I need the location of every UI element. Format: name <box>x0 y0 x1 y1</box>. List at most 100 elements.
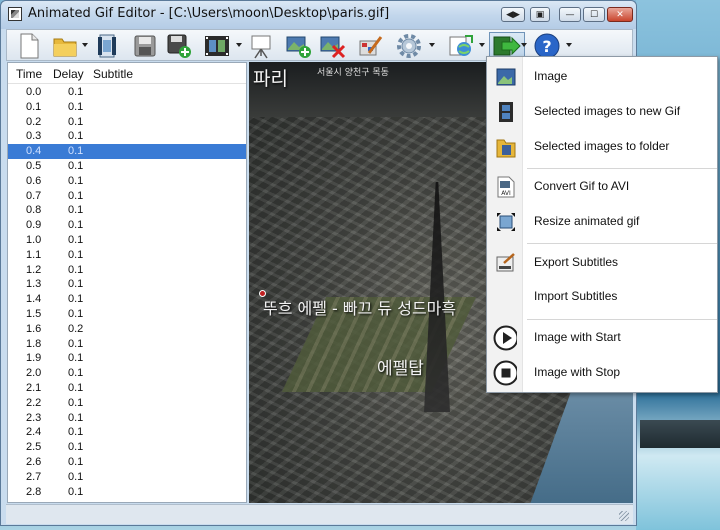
menu-item-label: Selected images to new Gif <box>534 104 681 118</box>
title-bar[interactable]: Animated Gif Editor - [C:\Users\moon\Des… <box>1 1 636 29</box>
cell-time: 0.9 <box>26 219 42 232</box>
open-folder-button[interactable] <box>51 32 79 60</box>
cell-time: 2.4 <box>26 426 42 439</box>
menu-item-export-subtitles[interactable]: Export Subtitles <box>487 245 717 279</box>
cell-delay: 0.1 <box>68 263 84 276</box>
table-row[interactable]: 0.7 0.1 <box>8 189 246 204</box>
desktop-pier <box>640 420 720 448</box>
table-row[interactable]: 2.8 0.1 <box>8 485 246 500</box>
save-as-button[interactable] <box>165 32 193 60</box>
menu-item-selected-to-gif[interactable]: Selected images to new Gif <box>487 94 717 128</box>
close-button[interactable]: ✕ <box>607 7 633 22</box>
cell-delay: 0.1 <box>68 426 84 439</box>
app-icon <box>8 7 22 21</box>
minimize-button[interactable]: — <box>559 7 581 22</box>
table-row[interactable]: 2.7 0.1 <box>8 470 246 485</box>
table-row[interactable]: 1.0 0.1 <box>8 233 246 248</box>
header-subtitle[interactable]: Subtitle <box>93 67 133 81</box>
image-icon <box>495 66 517 88</box>
edit-image-icon <box>359 36 383 56</box>
table-row[interactable]: 1.8 0.1 <box>8 337 246 352</box>
new-file-button[interactable] <box>15 32 43 60</box>
cell-delay: 0.1 <box>68 293 84 306</box>
add-image-button[interactable] <box>285 32 313 60</box>
table-row[interactable]: 2.6 0.1 <box>8 455 246 470</box>
open-video-button[interactable] <box>93 32 121 60</box>
header-delay[interactable]: Delay <box>53 67 84 81</box>
cell-delay: 0.2 <box>68 322 84 335</box>
settings-button[interactable] <box>395 32 423 60</box>
table-row[interactable]: 0.4 0.1 <box>8 144 246 159</box>
table-row[interactable]: 0.6 0.1 <box>8 174 246 189</box>
menu-item-image-with-start[interactable]: Image with Start <box>487 320 717 354</box>
pin-button[interactable]: ▣ <box>530 7 550 22</box>
cell-delay: 0.1 <box>68 381 84 394</box>
cell-time: 2.8 <box>26 485 42 498</box>
folder-icon <box>495 136 517 158</box>
floppy-icon <box>134 35 156 57</box>
table-row[interactable]: 2.4 0.1 <box>8 425 246 440</box>
video-file-icon <box>98 34 116 58</box>
edit-button[interactable] <box>357 32 385 60</box>
table-row[interactable]: 1.5 0.1 <box>8 307 246 322</box>
menu-item-label: Selected images to folder <box>534 139 670 153</box>
table-row[interactable]: 0.5 0.1 <box>8 159 246 174</box>
easel-icon <box>251 35 271 59</box>
frame-list[interactable]: Time Delay Subtitle 0.0 0.1 0.1 0.1 0.2 0.1 0.… <box>7 62 247 503</box>
table-row[interactable]: 1.6 0.2 <box>8 322 246 337</box>
menu-item-import-subtitles[interactable]: Import Subtitles <box>487 279 717 313</box>
table-row[interactable]: 2.3 0.1 <box>8 411 246 426</box>
cell-time: 0.5 <box>26 159 42 172</box>
export-dropdown-arrow[interactable] <box>521 43 527 47</box>
export-web-dropdown-arrow[interactable] <box>479 43 485 47</box>
cell-time: 2.0 <box>26 367 42 380</box>
header-time[interactable]: Time <box>16 67 42 81</box>
film-dropdown-arrow[interactable] <box>236 43 242 47</box>
cell-time: 0.8 <box>26 204 42 217</box>
table-row[interactable]: 0.9 0.1 <box>8 218 246 233</box>
help-dropdown-arrow[interactable] <box>566 43 572 47</box>
cell-time: 0.4 <box>26 145 42 158</box>
cell-delay: 0.1 <box>68 441 84 454</box>
cell-delay: 0.1 <box>68 145 84 158</box>
table-row[interactable]: 2.1 0.1 <box>8 381 246 396</box>
export-web-button[interactable] <box>447 32 475 60</box>
menu-item-convert-avi[interactable]: AVI Convert Gif to AVI <box>487 169 717 203</box>
delete-image-button[interactable] <box>319 32 347 60</box>
menu-item-selected-to-folder[interactable]: Selected images to folder <box>487 129 717 163</box>
table-row[interactable]: 2.2 0.1 <box>8 396 246 411</box>
resize-grip-icon[interactable] <box>619 511 629 521</box>
maximize-button[interactable]: ☐ <box>583 7 605 22</box>
settings-dropdown-arrow[interactable] <box>429 43 435 47</box>
slideshow-button[interactable] <box>247 32 275 60</box>
cell-time: 2.1 <box>26 381 42 394</box>
menu-item-image-with-stop[interactable]: Image with Stop <box>487 355 717 389</box>
table-row[interactable]: 0.8 0.1 <box>8 203 246 218</box>
add-image-icon <box>286 36 311 58</box>
table-row[interactable]: 1.2 0.1 <box>8 263 246 278</box>
list-header: Time Delay Subtitle <box>8 63 246 84</box>
table-row[interactable]: 0.1 0.1 <box>8 100 246 115</box>
cell-time: 1.3 <box>26 278 42 291</box>
table-row[interactable]: 1.3 0.1 <box>8 277 246 292</box>
table-row[interactable]: 1.9 0.1 <box>8 351 246 366</box>
table-row[interactable]: 0.2 0.1 <box>8 115 246 130</box>
table-row[interactable]: 0.0 0.1 <box>8 85 246 100</box>
image-landmark-label: 에펠탑 <box>377 359 424 379</box>
table-row[interactable]: 2.0 0.1 <box>8 366 246 381</box>
menu-item-image[interactable]: Image <box>487 59 717 93</box>
table-row[interactable]: 2.5 0.1 <box>8 440 246 455</box>
cell-delay: 0.1 <box>68 470 84 483</box>
cell-delay: 0.1 <box>68 100 84 113</box>
menu-item-resize-gif[interactable]: Resize animated gif <box>487 204 717 238</box>
table-row[interactable]: 0.3 0.1 <box>8 129 246 144</box>
table-row[interactable]: 1.1 0.1 <box>8 248 246 263</box>
film-button[interactable] <box>203 32 231 60</box>
nav-arrows-button[interactable]: ◀▶ <box>501 7 525 22</box>
save-add-icon <box>167 34 191 58</box>
cell-delay: 0.1 <box>68 278 84 291</box>
open-dropdown-arrow[interactable] <box>82 43 88 47</box>
save-button[interactable] <box>131 32 159 60</box>
table-row[interactable]: 1.4 0.1 <box>8 292 246 307</box>
cell-delay: 0.1 <box>68 411 84 424</box>
